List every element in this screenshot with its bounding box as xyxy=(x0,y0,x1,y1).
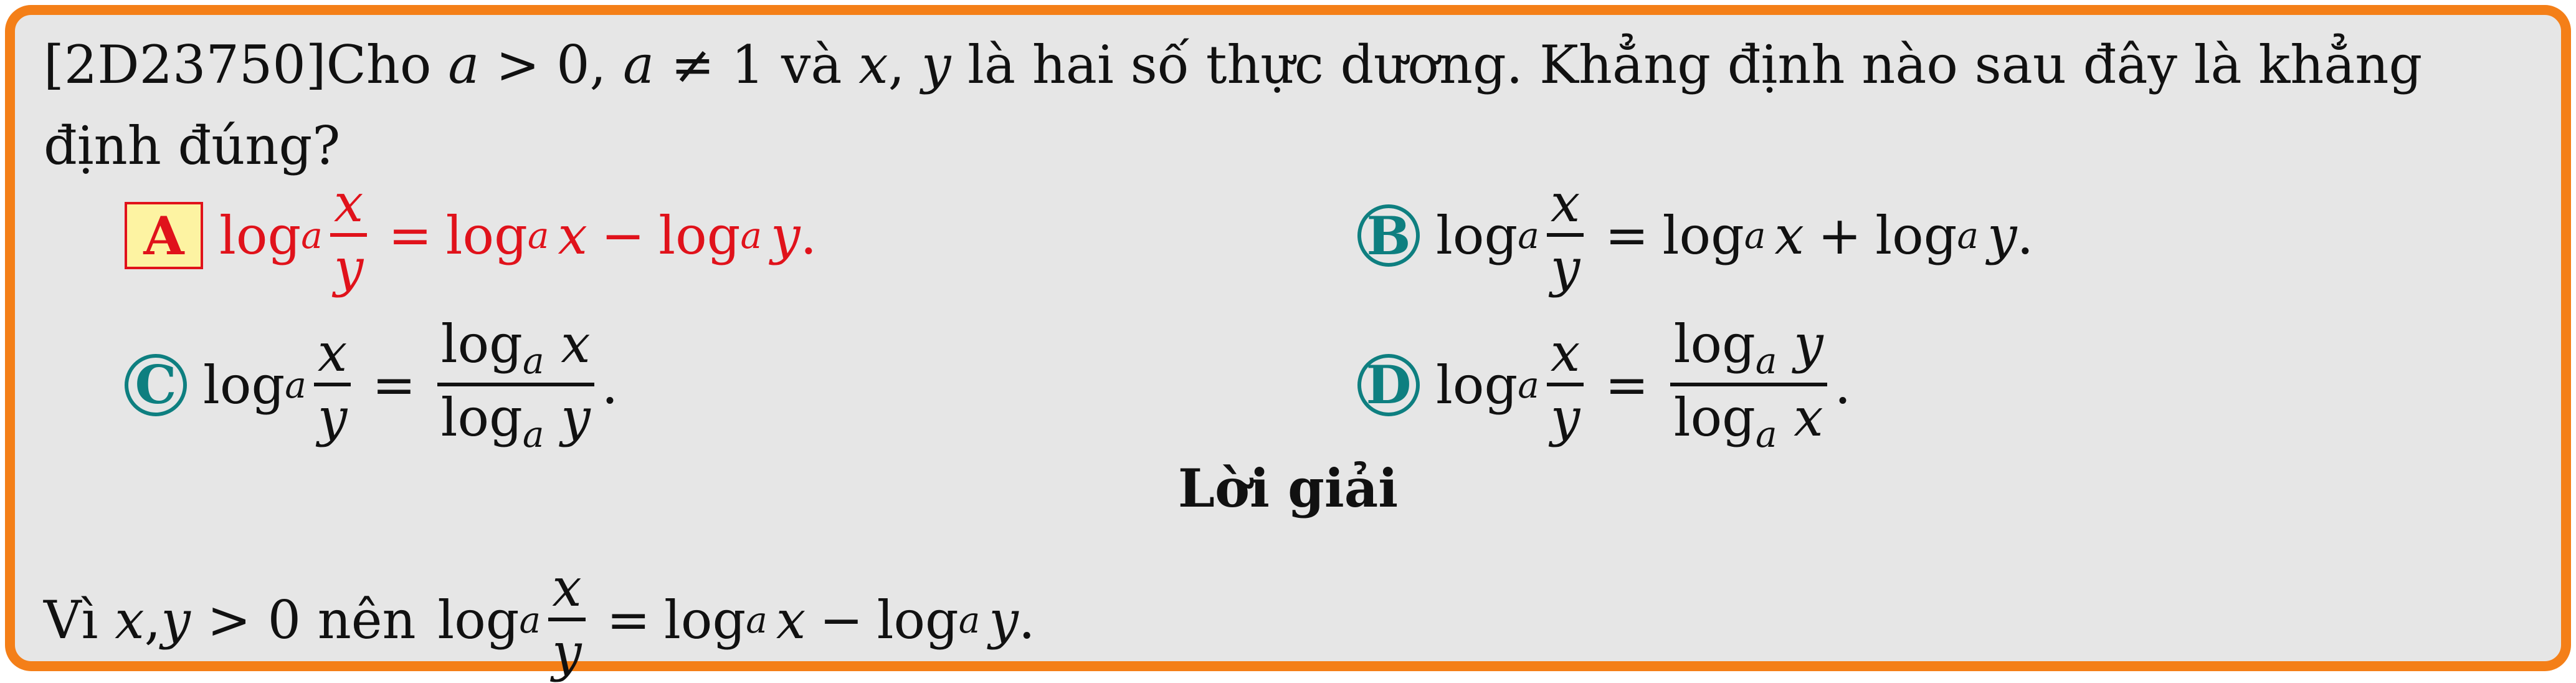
option-b-badge[interactable]: B xyxy=(1357,204,1420,267)
option-a[interactable]: A log a x y = log a x − log a y. xyxy=(125,176,817,295)
fraction-x-over-y: x y xyxy=(1546,176,1584,295)
fraction-logx-over-logy: loga x loga y xyxy=(437,317,594,454)
option-d[interactable]: D log a x y = loga y loga x . xyxy=(1357,317,1851,454)
option-a-badge[interactable]: A xyxy=(125,202,203,270)
fraction-x-over-y: x y xyxy=(330,176,368,295)
fraction-x-over-y: x y xyxy=(548,560,586,680)
solution-title: Lời giải xyxy=(1177,457,1399,519)
fraction-x-over-y: x y xyxy=(1546,325,1584,445)
question-line-2: định đúng? xyxy=(44,115,341,176)
fraction-x-over-y: x y xyxy=(313,325,351,445)
question-card: [2D23750]Cho a > 0, a ≠ 1 và x, y là hai… xyxy=(5,5,2571,680)
option-b[interactable]: B log a x y = log a x + log a y. xyxy=(1357,176,2033,295)
question-id: [2D23750] xyxy=(44,34,326,95)
option-d-badge[interactable]: D xyxy=(1357,353,1420,416)
option-c[interactable]: C log a x y = loga x loga y . xyxy=(125,317,618,454)
option-c-badge[interactable]: C xyxy=(125,353,187,416)
question-line-1: [2D23750]Cho a > 0, a ≠ 1 và x, y là hai… xyxy=(44,34,2423,95)
solution-line: Vì x, y > 0 nên log a x y = log a x − log a… xyxy=(44,557,1035,683)
fraction-logy-over-logx: loga y loga x xyxy=(1670,317,1827,454)
